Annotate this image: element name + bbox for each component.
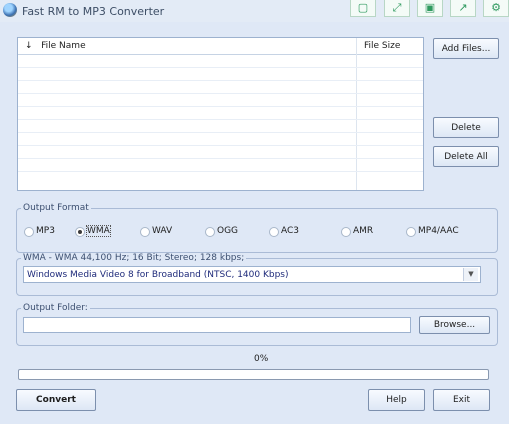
radio-button-icon <box>140 227 150 237</box>
radio-button-icon <box>24 227 34 237</box>
browse-button[interactable]: Browse... <box>419 316 490 334</box>
convert-button[interactable]: Convert <box>16 389 96 411</box>
main-window: Fast RM to MP3 Converter ▢ ⤢ ▣ ↗ ⚙ ↓ Fil… <box>0 0 509 424</box>
save-icon[interactable]: ▢ <box>350 0 376 17</box>
output-folder-label: Output Folder: <box>21 303 90 313</box>
quality-dropdown[interactable]: Windows Media Video 8 for Broadband (NTS… <box>23 266 481 283</box>
file-list-header: ↓ File Name File Size <box>18 38 423 55</box>
app-icon <box>3 3 17 17</box>
gear-icon[interactable]: ⚙ <box>483 0 509 17</box>
delete-all-button[interactable]: Delete All <box>433 146 499 167</box>
row-gridline <box>18 93 423 94</box>
row-gridline <box>18 145 423 146</box>
delete-button[interactable]: Delete <box>433 117 499 138</box>
progress-percent: 0% <box>254 354 269 364</box>
add-files-button[interactable]: Add Files... <box>433 38 499 59</box>
row-gridline <box>18 106 423 107</box>
sort-arrow-icon: ↓ <box>25 41 33 51</box>
floppy-icon[interactable]: ▣ <box>417 0 443 17</box>
progress-bar <box>18 369 489 380</box>
quality-selected-value: Windows Media Video 8 for Broadband (NTS… <box>27 270 289 280</box>
expand-icon[interactable]: ⤢ <box>384 0 410 17</box>
title-bar: Fast RM to MP3 Converter ▢ ⤢ ▣ ↗ ⚙ <box>0 0 509 22</box>
file-name-column-header[interactable]: ↓ File Name <box>25 41 86 51</box>
file-list[interactable]: ↓ File Name File Size <box>17 37 424 191</box>
radio-button-icon <box>406 227 416 237</box>
chevron-down-icon[interactable]: ▼ <box>463 268 478 281</box>
window-title: Fast RM to MP3 Converter <box>22 5 165 18</box>
radio-button-selected-icon <box>75 227 85 237</box>
exit-button[interactable]: Exit <box>433 389 490 411</box>
output-folder-input[interactable] <box>23 317 411 333</box>
radio-button-icon <box>269 227 279 237</box>
row-gridline <box>18 67 423 68</box>
help-button[interactable]: Help <box>368 389 425 411</box>
row-gridline <box>18 132 423 133</box>
column-separator <box>356 38 357 190</box>
output-format-label: Output Format <box>21 203 91 213</box>
radio-button-icon <box>205 227 215 237</box>
radio-button-icon <box>341 227 351 237</box>
quality-label: WMA - WMA 44,100 Hz; 16 Bit; Stereo; 128… <box>21 253 247 263</box>
row-gridline <box>18 158 423 159</box>
row-gridline <box>18 171 423 172</box>
file-size-column-header[interactable]: File Size <box>364 41 400 51</box>
row-gridline <box>18 80 423 81</box>
row-gridline <box>18 119 423 120</box>
export-icon[interactable]: ↗ <box>450 0 476 17</box>
